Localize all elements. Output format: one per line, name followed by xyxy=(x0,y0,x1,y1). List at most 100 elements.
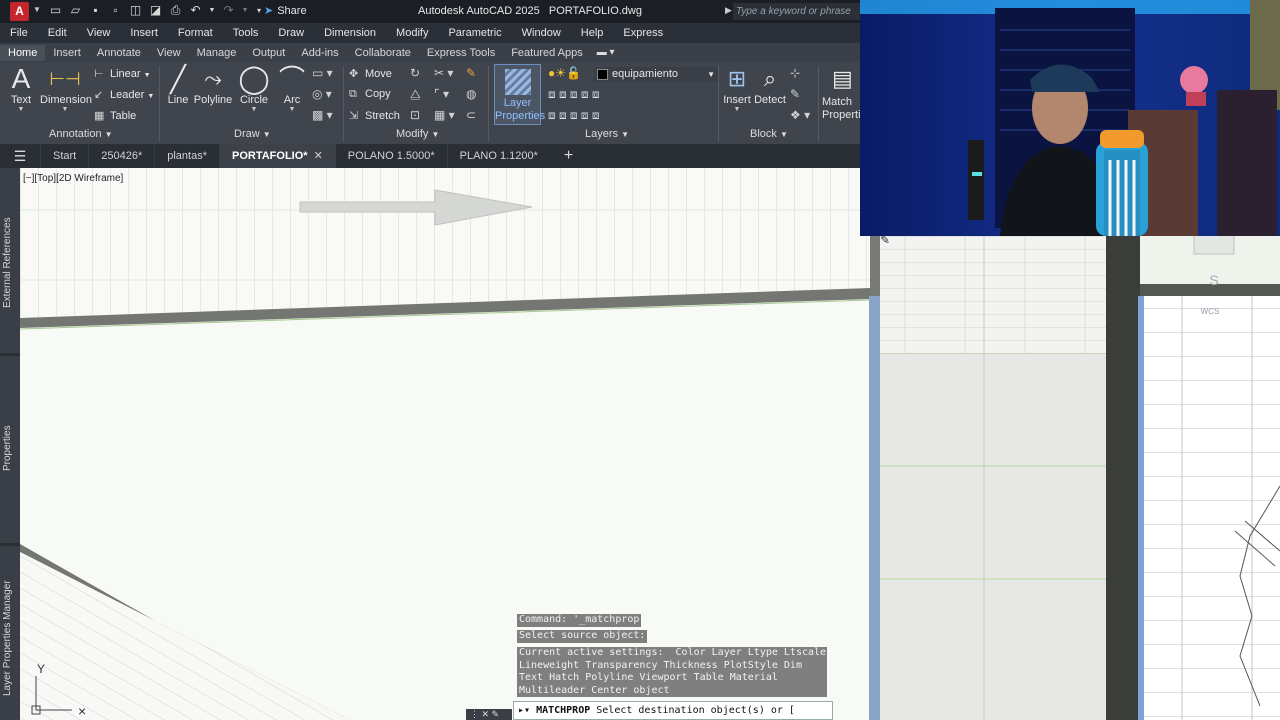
chevron-down-icon[interactable]: ▼ xyxy=(722,106,752,113)
tab-insert[interactable]: Insert xyxy=(45,45,89,61)
dimension-button[interactable]: ⊢⊣ Dimension ▼ xyxy=(40,64,92,113)
rectangle-icon[interactable]: ▭ ▾ xyxy=(312,66,333,80)
new-tab-plus-icon[interactable]: + xyxy=(550,147,587,165)
menu-view[interactable]: View xyxy=(77,27,121,39)
menu-edit[interactable]: Edit xyxy=(38,27,77,39)
chevron-down-icon[interactable]: ▼ xyxy=(238,106,270,113)
tab-output[interactable]: Output xyxy=(244,45,293,61)
ribbon-minimize-icon[interactable]: ▬ ▾ xyxy=(597,47,615,58)
wcs-label[interactable]: WCS xyxy=(1201,307,1220,316)
undo-dropdown-icon[interactable]: ▼ xyxy=(208,3,216,18)
chevron-down-icon[interactable]: ▼ xyxy=(6,106,36,113)
open-folder-icon[interactable]: ▱ xyxy=(68,3,83,18)
redo-dropdown-icon[interactable]: ▼ xyxy=(241,3,249,18)
plot-icon[interactable]: ⎙ xyxy=(168,3,183,18)
chevron-down-icon[interactable]: ▼ xyxy=(33,5,41,14)
menu-help[interactable]: Help xyxy=(571,27,614,39)
tab-manage[interactable]: Manage xyxy=(189,45,245,61)
file-tab-250426[interactable]: 250426* xyxy=(88,144,154,168)
offset-icon[interactable]: ⊂ xyxy=(466,108,476,122)
file-tab-polano[interactable]: POLANO 1.5000* xyxy=(334,144,447,168)
layer-bulb-icon[interactable]: ●☀🔓 xyxy=(548,66,581,80)
share-button[interactable]: ➤ Share xyxy=(264,4,307,17)
block-attributes-icon[interactable]: ❖ ▾ xyxy=(790,108,810,122)
save-as-icon[interactable]: ▫ xyxy=(108,3,123,18)
draw-panel-title[interactable]: Draw ▼ xyxy=(234,128,271,140)
viewcube[interactable] xyxy=(1193,236,1235,255)
autocad-logo-button[interactable]: A xyxy=(10,2,29,21)
polyline-button[interactable]: ⤳ Polyline xyxy=(193,64,233,106)
menu-window[interactable]: Window xyxy=(512,27,571,39)
layers-panel-title[interactable]: Layers ▼ xyxy=(585,128,629,140)
linear-dim-button[interactable]: ⊢ Linear ▼ xyxy=(94,67,151,80)
menu-parametric[interactable]: Parametric xyxy=(438,27,511,39)
trim-icon[interactable]: ✂ ▾ xyxy=(434,66,453,80)
file-tab-portafolio[interactable]: PORTAFOLIO* ✕ xyxy=(219,144,335,168)
menu-file[interactable]: File xyxy=(0,27,38,39)
rotate-icon[interactable]: ↻ xyxy=(410,66,420,80)
save-to-web-icon[interactable]: ◪ xyxy=(148,3,163,18)
chevron-down-icon[interactable]: ▼ xyxy=(40,106,90,113)
close-icon[interactable]: ✕ xyxy=(314,150,323,162)
tab-featured-apps[interactable]: Featured Apps xyxy=(503,45,591,61)
tab-express-tools[interactable]: Express Tools xyxy=(419,45,503,61)
tab-collaborate[interactable]: Collaborate xyxy=(347,45,419,61)
open-from-web-icon[interactable]: ◫ xyxy=(128,3,143,18)
layer-properties-button[interactable]: Layer Properties xyxy=(494,64,545,125)
tab-annotate[interactable]: Annotate xyxy=(89,45,149,61)
tab-view[interactable]: View xyxy=(149,45,189,61)
annotation-panel-title[interactable]: Annotation ▼ xyxy=(49,128,113,140)
palette-tab-properties[interactable]: Properties xyxy=(2,388,18,508)
chevron-down-icon[interactable]: ▼ xyxy=(144,72,151,79)
chevron-down-icon[interactable]: ▼ xyxy=(276,106,308,113)
array-icon[interactable]: ▦ ▾ xyxy=(434,108,455,122)
redo-icon[interactable]: ↷ xyxy=(221,3,236,18)
circle-button[interactable]: ◯ Circle ▼ xyxy=(238,64,270,114)
chevron-right-icon[interactable]: ▶ xyxy=(725,5,732,16)
palette-tab-external-references[interactable]: External References xyxy=(2,203,18,323)
menu-dimension[interactable]: Dimension xyxy=(314,27,386,39)
modify-panel-title[interactable]: Modify ▼ xyxy=(396,128,439,140)
menu-insert[interactable]: Insert xyxy=(120,27,168,39)
save-icon[interactable]: ▪ xyxy=(88,3,103,18)
layer-tools-row2-icon[interactable]: ⧈ ⧈ ⧈ ⧈ ⧈ xyxy=(548,108,600,123)
file-tab-plantas[interactable]: plantas* xyxy=(154,144,219,168)
search-input[interactable]: Type a keyword or phrase xyxy=(733,3,860,20)
scale-icon[interactable]: ⊡ xyxy=(410,108,420,122)
viewport-controls-label[interactable]: [−][Top][2D Wireframe] xyxy=(23,173,123,184)
text-button[interactable]: A Text ▼ xyxy=(6,64,36,114)
tab-home[interactable]: Home xyxy=(0,44,46,61)
undo-icon[interactable]: ↶ xyxy=(188,3,203,18)
create-block-icon[interactable]: ⊹ xyxy=(790,66,800,80)
layer-tools-icon[interactable]: ⧈ ⧈ ⧈ ⧈ ⧈ xyxy=(548,87,600,102)
erase-icon[interactable]: ✎ xyxy=(466,66,476,80)
command-line-grip[interactable]: ⋮ ✕ ✎ xyxy=(466,709,512,720)
hamburger-menu-icon[interactable]: ☰ xyxy=(0,148,40,165)
mirror-icon[interactable]: ⧋ xyxy=(410,87,421,102)
fillet-icon[interactable]: ⌜ ▾ xyxy=(434,87,449,101)
tab-add-ins[interactable]: Add-ins xyxy=(293,45,346,61)
block-panel-title[interactable]: Block ▼ xyxy=(750,128,788,140)
customize-qat-icon[interactable]: ▾ xyxy=(254,3,264,18)
edit-block-icon[interactable]: ✎ xyxy=(790,87,800,101)
menu-tools[interactable]: Tools xyxy=(223,27,269,39)
stretch-button[interactable]: ⇲ Stretch xyxy=(349,109,400,122)
menu-draw[interactable]: Draw xyxy=(268,27,314,39)
boundary-icon[interactable]: ▩ ▾ xyxy=(312,108,333,122)
new-file-icon[interactable]: ▭ xyxy=(48,3,63,18)
file-tab-start[interactable]: Start xyxy=(40,144,88,168)
detect-button[interactable]: ⌕ Detect xyxy=(754,64,786,106)
table-button[interactable]: ▦ Table xyxy=(94,109,136,122)
drawing-canvas[interactable]: Y × xyxy=(20,168,880,720)
file-tab-plano[interactable]: PLANO 1.1200* xyxy=(446,144,550,168)
leader-button[interactable]: ↙ Leader ▼ xyxy=(94,88,154,101)
menu-modify[interactable]: Modify xyxy=(386,27,438,39)
hatch-icon[interactable]: ◎ ▾ xyxy=(312,87,332,101)
move-button[interactable]: ✥ Move xyxy=(349,67,392,80)
drawing-canvas-right[interactable]: S WCS ✎ xyxy=(880,236,1280,720)
menu-express[interactable]: Express xyxy=(613,27,673,39)
menu-format[interactable]: Format xyxy=(168,27,223,39)
copy-button[interactable]: ⧉ Copy xyxy=(349,88,391,101)
layer-dropdown[interactable]: equipamiento ▼ xyxy=(594,67,718,82)
chevron-down-icon[interactable]: ▼ xyxy=(147,93,154,100)
